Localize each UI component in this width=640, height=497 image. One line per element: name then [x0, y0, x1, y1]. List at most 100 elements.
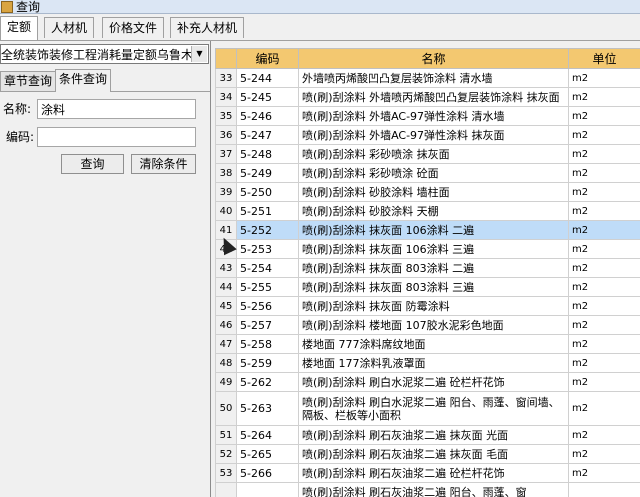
name-cell: 喷(刷)刮涂料 抹灰面 803涂料 三遍: [298, 277, 569, 297]
table-row[interactable]: 33 5-244 外墙喷丙烯酸凹凸复层装饰涂料 清水墙 m2: [215, 68, 640, 88]
tab-supplementary[interactable]: 补充人材机: [170, 17, 245, 38]
row-number-cell: 37: [215, 144, 237, 164]
table-row[interactable]: 43 5-254 喷(刷)刮涂料 抹灰面 803涂料 二遍 m2: [215, 258, 640, 278]
unit-cell: m2: [568, 258, 640, 278]
code-cell: 5-256: [236, 296, 299, 316]
window-titlebar: 查询: [0, 0, 640, 14]
unit-cell: m2: [568, 353, 640, 373]
table-row[interactable]: 38 5-249 喷(刷)刮涂料 彩砂喷涂 砼面 m2: [215, 163, 640, 183]
row-number-cell: 44: [215, 277, 237, 297]
name-label: 名称:: [3, 102, 32, 116]
code-cell: 5-262: [236, 372, 299, 392]
row-number-cell: 52: [215, 444, 237, 464]
row-number-cell: 39: [215, 182, 237, 202]
table-row[interactable]: 46 5-257 喷(刷)刮涂料 楼地面 107胶水泥彩色地面 m2: [215, 315, 640, 335]
unit-cell: m2: [568, 277, 640, 297]
name-cell: 喷(刷)刮涂料 外墙AC-97弹性涂料 抹灰面: [298, 125, 569, 145]
table-row[interactable]: 52 5-265 喷(刷)刮涂料 刷石灰油浆二遍 抹灰面 毛面 m2: [215, 444, 640, 464]
unit-cell: m2: [568, 201, 640, 221]
name-cell: 喷(刷)刮涂料 抹灰面 106涂料 二遍: [298, 220, 569, 240]
tab-chapter-query[interactable]: 章节查询: [0, 71, 57, 91]
code-cell: 5-254: [236, 258, 299, 278]
table-row[interactable]: 37 5-248 喷(刷)刮涂料 彩砂喷涂 抹灰面 m2: [215, 144, 640, 164]
table-row[interactable]: 35 5-246 喷(刷)刮涂料 外墙AC-97弹性涂料 清水墙 m2: [215, 106, 640, 126]
row-number-cell: 50: [215, 391, 237, 426]
code-cell: 5-247: [236, 125, 299, 145]
table-row[interactable]: 50 5-263 喷(刷)刮涂料 刷白水泥浆二遍 阳台、雨蓬、窗间墙、隔板、栏板等小…: [215, 391, 640, 426]
row-number-cell: 51: [215, 425, 237, 445]
name-input[interactable]: 涂料: [37, 99, 196, 119]
table-row[interactable]: 51 5-264 喷(刷)刮涂料 刷石灰油浆二遍 抹灰面 光面 m2: [215, 425, 640, 445]
query-mode-tabs: 章节查询 条件查询: [0, 69, 210, 92]
row-number-cell: 53: [215, 463, 237, 483]
tab-condition-query[interactable]: 条件查询: [55, 69, 112, 92]
quota-library-dropdown[interactable]: 全统装饰装修工程消耗量定额乌鲁木 ▼: [0, 44, 209, 64]
code-cell: 5-246: [236, 106, 299, 126]
table-row[interactable]: 34 5-245 喷(刷)刮涂料 外墙喷丙烯酸凹凸复层装饰涂料 抹灰面 m2: [215, 87, 640, 107]
code-cell: 5-245: [236, 87, 299, 107]
table-row[interactable]: 42 5-253 喷(刷)刮涂料 抹灰面 106涂料 三遍 m2: [215, 239, 640, 259]
name-cell: 喷(刷)刮涂料 彩砂喷涂 砼面: [298, 163, 569, 183]
window-title: 查询: [16, 0, 41, 14]
code-cell: 5-257: [236, 315, 299, 335]
main-tabbar: 定额 人材机 价格文件 补充人材机: [0, 14, 640, 41]
column-header-code[interactable]: 编码: [236, 48, 299, 69]
unit-cell: m2: [568, 220, 640, 240]
name-cell: 喷(刷)刮涂料 刷白水泥浆二遍 砼栏杆花饰: [298, 372, 569, 392]
unit-cell: m2: [568, 296, 640, 316]
unit-cell: m2: [568, 182, 640, 202]
row-number-cell: 48: [215, 353, 237, 373]
table-row[interactable]: 39 5-250 喷(刷)刮涂料 砂胶涂料 墙柱面 m2: [215, 182, 640, 202]
code-cell: 5-252: [236, 220, 299, 240]
table-row[interactable]: 喷(刷)刮涂料 刷石灰油浆二遍 阳台、雨蓬、窗: [215, 482, 640, 497]
tab-labor-material-machine[interactable]: 人材机: [44, 17, 95, 38]
row-number-cell: [215, 482, 237, 497]
table-row[interactable]: 41 5-252 喷(刷)刮涂料 抹灰面 106涂料 二遍 m2: [215, 220, 640, 240]
code-cell: 5-255: [236, 277, 299, 297]
unit-cell: [568, 482, 640, 497]
table-row[interactable]: 47 5-258 楼地面 777涂料席纹地面 m2: [215, 334, 640, 354]
table-row[interactable]: 53 5-266 喷(刷)刮涂料 刷石灰油浆二遍 砼栏杆花饰 m2: [215, 463, 640, 483]
name-cell: 喷(刷)刮涂料 砂胶涂料 天棚: [298, 201, 569, 221]
query-panel: 全统装饰装修工程消耗量定额乌鲁木 ▼ 章节查询 条件查询 名称: 涂料 编码: …: [0, 41, 211, 497]
query-button[interactable]: 查询: [61, 154, 124, 174]
quota-results-grid: 编码 名称 单位 33 5-244 外墙喷丙烯酸凹凸复层装饰涂料 清水墙 m2 34 5-…: [215, 48, 640, 497]
name-cell: 喷(刷)刮涂料 砂胶涂料 墙柱面: [298, 182, 569, 202]
unit-cell: m2: [568, 425, 640, 445]
table-row[interactable]: 40 5-251 喷(刷)刮涂料 砂胶涂料 天棚 m2: [215, 201, 640, 221]
column-header-name[interactable]: 名称: [298, 48, 569, 69]
unit-cell: m2: [568, 87, 640, 107]
table-row[interactable]: 44 5-255 喷(刷)刮涂料 抹灰面 803涂料 三遍 m2: [215, 277, 640, 297]
table-row[interactable]: 49 5-262 喷(刷)刮涂料 刷白水泥浆二遍 砼栏杆花饰 m2: [215, 372, 640, 392]
code-cell: 5-259: [236, 353, 299, 373]
table-row[interactable]: 48 5-259 楼地面 177涂料乳液罩面 m2: [215, 353, 640, 373]
unit-cell: m2: [568, 68, 640, 88]
clear-conditions-button[interactable]: 清除条件: [131, 154, 196, 174]
tab-quota[interactable]: 定额: [0, 16, 39, 40]
name-cell: 楼地面 777涂料席纹地面: [298, 334, 569, 354]
table-row[interactable]: 36 5-247 喷(刷)刮涂料 外墙AC-97弹性涂料 抹灰面 m2: [215, 125, 640, 145]
code-cell: [236, 482, 299, 497]
unit-cell: m2: [568, 163, 640, 183]
row-number-cell: 47: [215, 334, 237, 354]
unit-cell: m2: [568, 444, 640, 464]
code-cell: 5-244: [236, 68, 299, 88]
column-header-unit[interactable]: 单位: [568, 48, 640, 69]
code-cell: 5-265: [236, 444, 299, 464]
row-number-cell: 46: [215, 315, 237, 335]
name-cell: 喷(刷)刮涂料 抹灰面 803涂料 二遍: [298, 258, 569, 278]
tab-price-file[interactable]: 价格文件: [102, 17, 165, 38]
row-number-header: [215, 48, 237, 69]
row-number-cell: 38: [215, 163, 237, 183]
chevron-down-icon[interactable]: ▼: [191, 46, 207, 62]
row-number-cell: 34: [215, 87, 237, 107]
row-number-cell: 33: [215, 68, 237, 88]
name-cell: 外墙喷丙烯酸凹凸复层装饰涂料 清水墙: [298, 68, 569, 88]
name-cell: 喷(刷)刮涂料 抹灰面 防霉涂料: [298, 296, 569, 316]
name-cell: 喷(刷)刮涂料 楼地面 107胶水泥彩色地面: [298, 315, 569, 335]
table-row[interactable]: 45 5-256 喷(刷)刮涂料 抹灰面 防霉涂料 m2: [215, 296, 640, 316]
code-input[interactable]: [37, 127, 196, 147]
row-number-cell: 35: [215, 106, 237, 126]
code-cell: 5-263: [236, 391, 299, 426]
name-cell: 喷(刷)刮涂料 刷石灰油浆二遍 抹灰面 光面: [298, 425, 569, 445]
